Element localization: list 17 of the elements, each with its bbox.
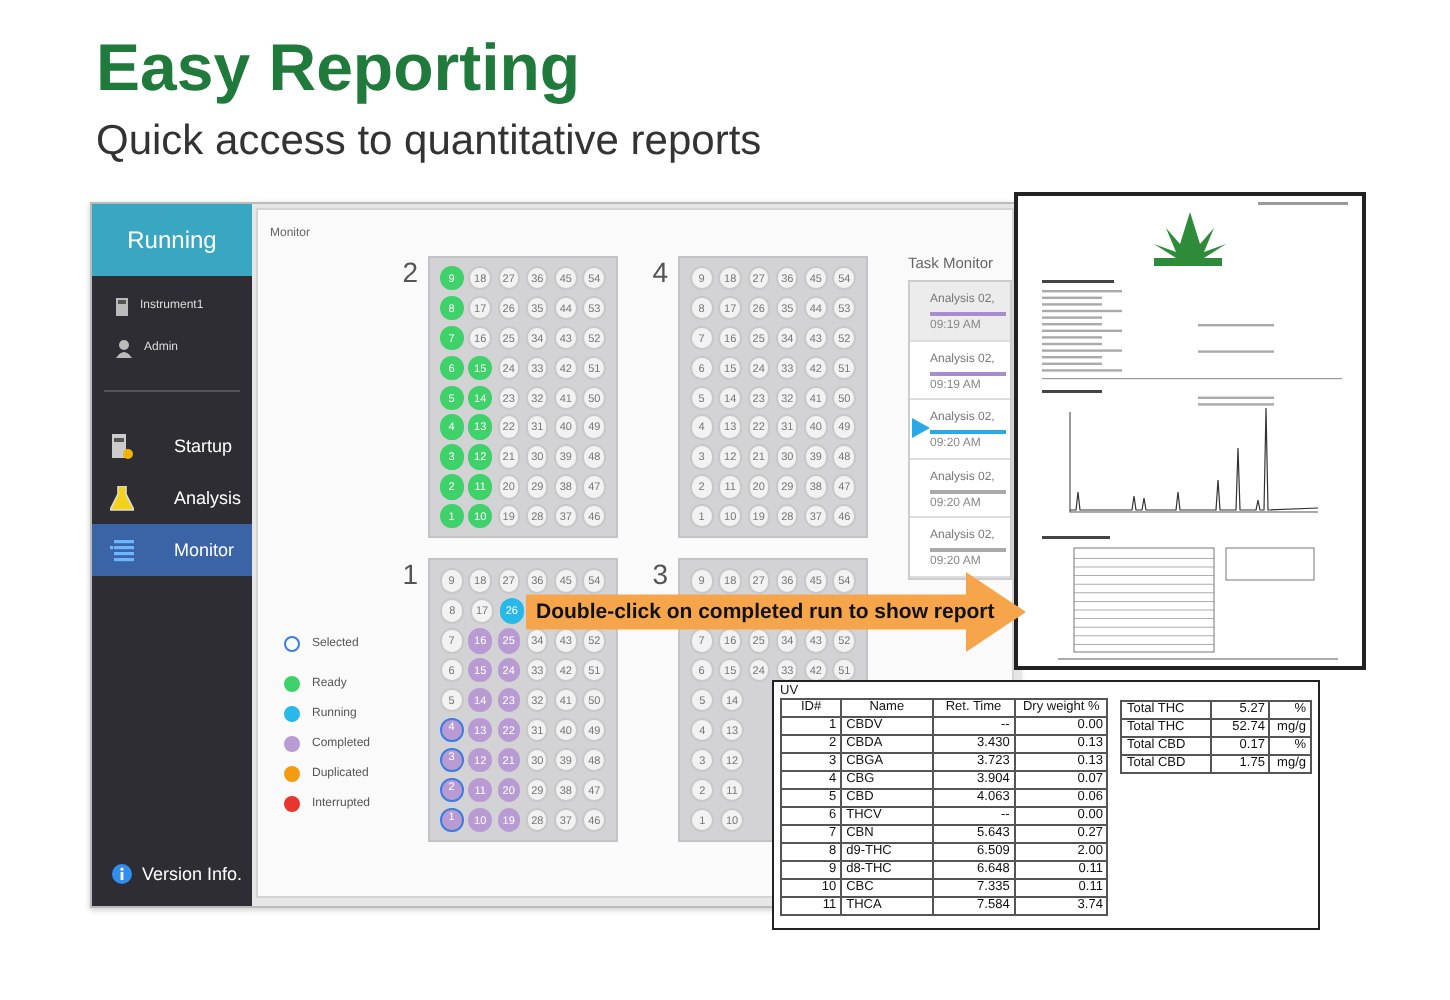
status-header: Running xyxy=(92,204,252,276)
info-icon xyxy=(112,864,132,884)
nav-item[interactable]: Startup xyxy=(92,420,252,472)
user-icon xyxy=(116,339,132,357)
plate-number: 4 xyxy=(650,256,668,292)
instrument-icon xyxy=(110,433,134,459)
nav-item[interactable]: Analysis xyxy=(92,472,252,524)
play-marker-icon xyxy=(912,418,930,438)
headline: Easy Reporting xyxy=(96,30,583,106)
version-info-link[interactable]: Version Info. xyxy=(142,864,243,884)
subheadline: Quick access to quantitative reports xyxy=(96,116,764,168)
flask-icon xyxy=(110,485,134,511)
plate-number: 2 xyxy=(400,256,418,292)
nav-item[interactable]: Monitor xyxy=(92,524,252,576)
list-icon xyxy=(110,539,134,561)
instrument-icon xyxy=(116,297,128,315)
plate-number: 1 xyxy=(400,558,418,595)
